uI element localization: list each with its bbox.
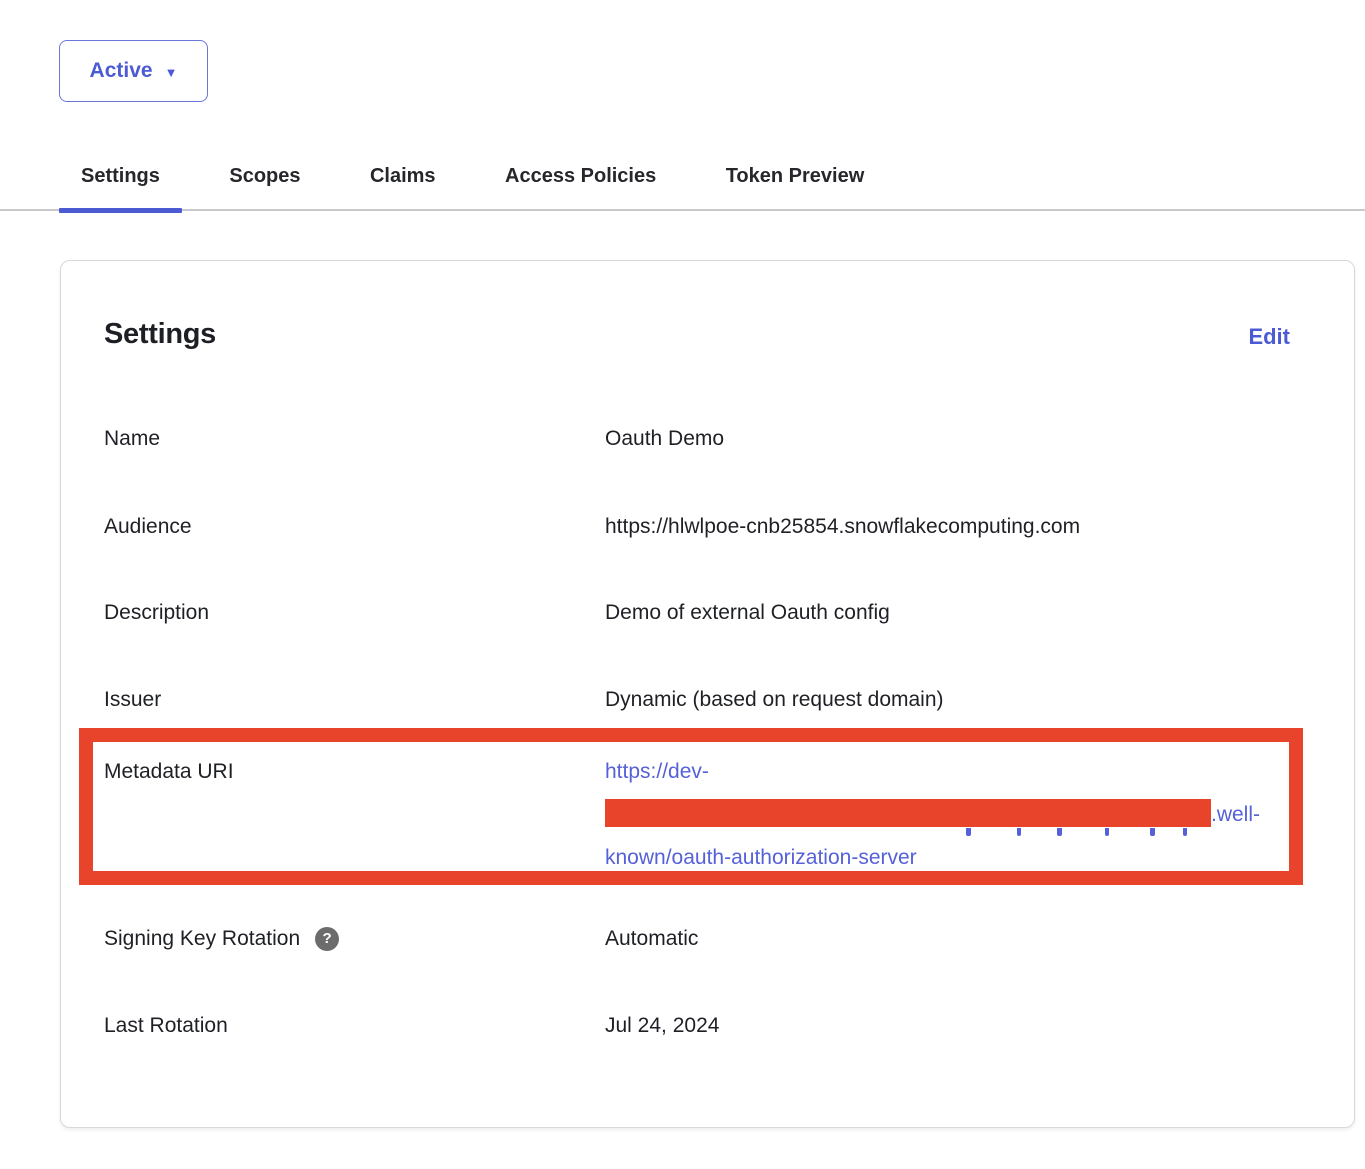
edit-button[interactable]: Edit xyxy=(1248,320,1290,354)
field-row-audience: Audience https://hlwlpoe-cnb25854.snowfl… xyxy=(104,512,1290,542)
metadata-uri-link-line2-suffix: .well- xyxy=(1211,803,1260,826)
issuer-value: Dynamic (based on request domain) xyxy=(605,685,1290,715)
tab-settings[interactable]: Settings xyxy=(59,150,182,209)
tab-claims[interactable]: Claims xyxy=(348,150,458,209)
field-row-name: Name Oauth Demo xyxy=(104,424,1290,454)
description-label: Description xyxy=(104,598,605,628)
metadata-uri-label: Metadata URI xyxy=(104,750,605,793)
metadata-uri-link-line2: .well- xyxy=(605,793,1290,836)
field-row-description: Description Demo of external Oauth confi… xyxy=(104,598,1290,628)
tab-token-preview[interactable]: Token Preview xyxy=(704,150,887,209)
audience-label: Audience xyxy=(104,512,605,542)
name-value: Oauth Demo xyxy=(605,424,1290,454)
field-row-signing-key-rotation: Signing Key Rotation ? Automatic xyxy=(104,924,1290,954)
chevron-down-icon: ▼ xyxy=(165,66,178,79)
settings-card-header: Settings Edit xyxy=(104,317,1290,354)
field-row-issuer: Issuer Dynamic (based on request domain) xyxy=(104,685,1290,715)
description-value: Demo of external Oauth config xyxy=(605,598,1290,628)
last-rotation-value: Jul 24, 2024 xyxy=(605,1011,1290,1041)
field-row-metadata-uri: Metadata URI https://dev- .well- known/o… xyxy=(104,750,1290,879)
tab-scopes[interactable]: Scopes xyxy=(207,150,322,209)
metadata-uri-link-line3: known/oauth-authorization-server xyxy=(605,836,1290,879)
status-dropdown-button[interactable]: Active ▼ xyxy=(59,40,208,102)
redaction-bar xyxy=(605,799,1211,827)
status-dropdown-label: Active xyxy=(90,59,153,83)
card-title: Settings xyxy=(104,317,216,351)
settings-card: Settings Edit Name Oauth Demo Audience h… xyxy=(60,260,1355,1128)
metadata-uri-link-line1: https://dev- xyxy=(605,750,1290,793)
audience-value: https://hlwlpoe-cnb25854.snowflakecomput… xyxy=(605,512,1290,542)
tab-access-policies[interactable]: Access Policies xyxy=(483,150,678,209)
question-mark-icon[interactable]: ? xyxy=(315,927,339,951)
last-rotation-label: Last Rotation xyxy=(104,1011,605,1041)
signing-key-rotation-value: Automatic xyxy=(605,924,1290,954)
field-row-last-rotation: Last Rotation Jul 24, 2024 xyxy=(104,1011,1290,1041)
tab-bar: Settings Scopes Claims Access Policies T… xyxy=(0,150,1365,211)
oauth-server-settings-page: { "status_button": { "label": "Active", … xyxy=(0,0,1365,1169)
signing-key-rotation-label: Signing Key Rotation xyxy=(104,924,300,954)
issuer-label: Issuer xyxy=(104,685,605,715)
name-label: Name xyxy=(104,424,605,454)
metadata-uri-link[interactable]: https://dev- .well- known/oauth-authoriz… xyxy=(605,750,1290,879)
settings-fields: Name Oauth Demo Audience https://hlwlpoe… xyxy=(104,424,1290,1041)
